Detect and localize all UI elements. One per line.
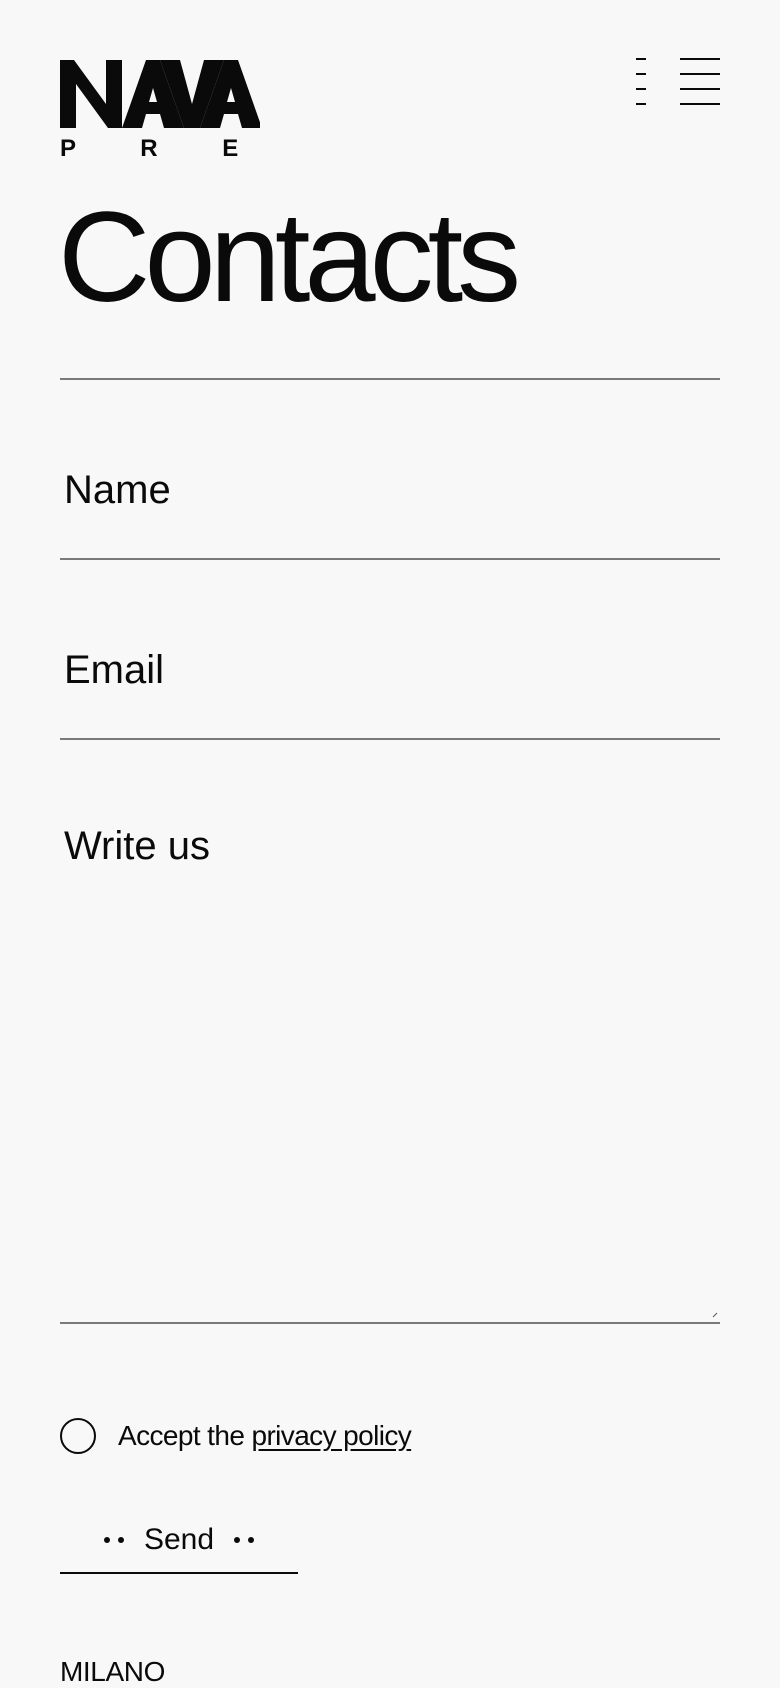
resize-handle-icon[interactable] bbox=[712, 1312, 718, 1318]
nava-press-logo[interactable]: P R E S S bbox=[60, 60, 260, 158]
email-underline bbox=[60, 738, 720, 740]
email-input[interactable] bbox=[60, 640, 720, 700]
name-input[interactable] bbox=[60, 460, 720, 520]
privacy-policy-link[interactable]: privacy policy bbox=[251, 1420, 411, 1451]
privacy-consent-radio[interactable] bbox=[60, 1418, 96, 1454]
privacy-consent: Accept the privacy policy bbox=[60, 1416, 412, 1456]
office-city: MILANO bbox=[60, 1656, 165, 1687]
consent-prefix: Accept the bbox=[118, 1420, 252, 1451]
menu-icon bbox=[636, 58, 720, 105]
dots-left-icon bbox=[103, 1537, 124, 1543]
logo-subtitle: P R E S S bbox=[60, 135, 260, 158]
form-divider-top bbox=[60, 378, 720, 380]
menu-button[interactable] bbox=[636, 58, 722, 106]
consent-text: Accept the privacy policy bbox=[118, 1420, 412, 1452]
message-textarea[interactable] bbox=[60, 822, 720, 1308]
page-title: Contacts bbox=[58, 186, 521, 329]
dots-right-icon bbox=[234, 1537, 255, 1543]
name-underline bbox=[60, 558, 720, 560]
logo-mark: P R E S S bbox=[60, 60, 260, 158]
send-button[interactable]: Send bbox=[60, 1508, 298, 1574]
send-label: Send bbox=[143, 1523, 215, 1556]
message-underline bbox=[60, 1322, 720, 1324]
contacts-page: P R E S S Contacts Accept the privacy po… bbox=[0, 0, 780, 1688]
